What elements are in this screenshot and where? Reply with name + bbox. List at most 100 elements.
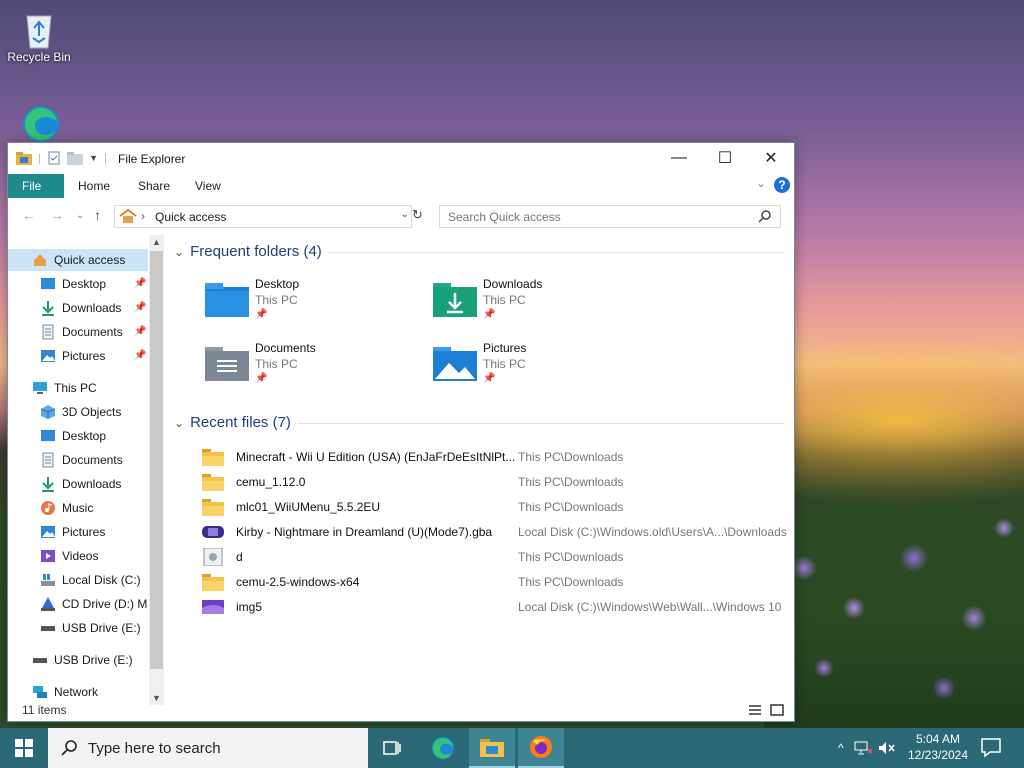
desktop-icon [41,430,55,441]
pin-icon: 📌 [134,302,147,313]
nav-item-downloads[interactable]: Downloads 📌 [8,297,148,319]
nav-item-this-pc[interactable]: This PC [8,377,148,399]
nav-item-downloads-pc[interactable]: Downloads [8,473,148,495]
nav-item-documents[interactable]: Documents 📌 [8,321,148,343]
folder-icon [202,449,224,466]
search-input[interactable]: Search Quick access [439,205,781,228]
volume-muted-icon[interactable] [878,740,896,756]
folder-tile-desktop[interactable]: Desktop This PC 📌 [205,277,425,329]
nav-item-usb-drive[interactable]: USB Drive (E:) [8,649,148,671]
refresh-icon[interactable]: ↻ [412,207,423,223]
expand-ribbon-chevron-icon[interactable]: ⌄ [756,176,766,190]
pin-icon: 📌 [255,309,268,320]
folder-name: Documents [255,341,316,355]
pin-icon: 📌 [134,326,147,337]
recent-file-row[interactable]: Minecraft - Wii U Edition (USA) (EnJaFrD… [202,445,792,469]
address-bar[interactable]: › Quick access ⌄ [114,205,412,228]
usb-drive-icon [41,626,55,631]
file-location: Local Disk (C:)\Windows\Web\Wall...\Wind… [518,600,782,614]
file-name: Kirby - Nightmare in Dreamland (U)(Mode7… [236,525,493,539]
folder-icon [202,499,224,516]
file-name: cemu-2.5-windows-x64 [236,575,360,589]
scroll-up-chevron-icon[interactable]: ▲ [149,235,164,249]
nav-item-cd-drive[interactable]: CD Drive (D:) Ma [8,593,148,615]
taskbar-firefox-button[interactable] [518,728,564,768]
network-icon [33,686,47,698]
network-status-icon[interactable] [854,740,872,756]
nav-item-documents-pc[interactable]: Documents [8,449,148,471]
new-folder-icon[interactable] [67,151,84,165]
large-icons-view-icon[interactable] [770,703,784,717]
nav-item-videos[interactable]: Videos [8,545,148,567]
scroll-thumb[interactable] [150,251,163,669]
help-button[interactable]: ? [774,177,790,193]
desktop-folder-icon [205,283,249,317]
task-view-button[interactable] [369,728,415,768]
file-explorer-icon [480,739,504,757]
taskbar-edge-button[interactable] [420,728,466,768]
nav-label: USB Drive (E:) [62,621,141,635]
collapse-chevron-icon[interactable]: ⌄ [174,245,184,259]
start-button[interactable] [0,728,48,768]
tab-share[interactable]: Share [124,174,184,198]
tab-home[interactable]: Home [64,174,124,198]
tab-view[interactable]: View [181,174,235,198]
close-button[interactable]: ✕ [748,143,794,173]
notification-center-icon[interactable] [980,736,1002,758]
search-icon[interactable] [758,209,772,223]
nav-item-3d-objects[interactable]: 3D Objects [8,401,148,423]
nav-item-pictures[interactable]: Pictures 📌 [8,345,148,367]
nav-item-quick-access[interactable]: Quick access [8,249,148,271]
up-arrow-icon[interactable]: ↑ [94,207,101,223]
nav-item-desktop[interactable]: Desktop 📌 [8,273,148,295]
desktop-icon-edge[interactable] [4,104,74,144]
address-row: ← → ⌄ ↑ › Quick access ⌄ ↻ Search Quick … [8,201,794,231]
desktop-icon [41,278,55,289]
address-path[interactable]: Quick access [155,210,226,224]
taskbar: Type here to search ^ 5:04 AM 12/23/2024 [0,728,1024,768]
item-count: 11 items [22,703,67,717]
tab-file[interactable]: File [8,174,64,198]
breadcrumb-chevron-icon[interactable]: › [141,209,145,223]
taskbar-search-box[interactable]: Type here to search [48,728,368,768]
nav-item-local-disk[interactable]: Local Disk (C:) [8,569,148,591]
back-arrow-icon[interactable]: ← [22,207,36,223]
nav-item-usb-drive-pc[interactable]: USB Drive (E:) [8,617,148,639]
details-view-icon[interactable] [748,703,762,717]
taskbar-search-placeholder: Type here to search [88,740,221,757]
recent-file-row[interactable]: cemu_1.12.0 This PC\Downloads [202,470,792,494]
nav-pane-scrollbar[interactable]: ▲ ▼ [149,235,164,705]
quick-access-toolbar: | ▼ | [16,151,107,165]
edge-icon [432,737,454,759]
taskbar-clock[interactable]: 5:04 AM 12/23/2024 [900,731,976,763]
recent-file-row[interactable]: Kirby - Nightmare in Dreamland (U)(Mode7… [202,520,792,544]
folder-tile-downloads[interactable]: Downloads This PC 📌 [433,277,653,329]
desktop-icon-recycle-bin[interactable]: Recycle Bin [4,10,74,64]
recent-file-row[interactable]: mlc01_WiiUMenu_5.5.2EU This PC\Downloads [202,495,792,519]
nav-item-pictures-pc[interactable]: Pictures [8,521,148,543]
folder-tile-documents[interactable]: Documents This PC 📌 [205,341,425,393]
recent-locations-chevron-icon[interactable]: ⌄ [76,210,84,221]
navigation-pane: Quick access Desktop 📌 Downloads 📌 Docum… [8,239,148,705]
nav-label: Documents [62,325,123,339]
nav-item-desktop-pc[interactable]: Desktop [8,425,148,447]
folder-tile-pictures[interactable]: Pictures This PC 📌 [433,341,653,393]
properties-icon[interactable] [47,151,61,165]
recent-file-row[interactable]: d This PC\Downloads [202,545,792,569]
recent-files-header[interactable]: ⌄ Recent files (7) [174,414,291,431]
maximize-button[interactable]: ☐ [702,143,748,173]
collapse-chevron-icon[interactable]: ⌄ [174,416,184,430]
recent-file-row[interactable]: img5 Local Disk (C:)\Windows\Web\Wall...… [202,595,792,619]
title-bar[interactable]: | ▼ | File Explorer — ☐ ✕ [8,143,794,173]
recent-file-row[interactable]: cemu-2.5-windows-x64 This PC\Downloads [202,570,792,594]
folder-name: Downloads [483,277,543,291]
nav-item-music[interactable]: Music [8,497,148,519]
minimize-button[interactable]: — [656,143,702,173]
taskbar-file-explorer-button[interactable] [469,728,515,768]
address-dropdown-chevron-icon[interactable]: ⌄ [401,209,409,220]
window-title: File Explorer [118,152,186,166]
frequent-folders-header[interactable]: ⌄ Frequent folders (4) [174,243,322,260]
forward-arrow-icon[interactable]: → [50,207,64,223]
customize-toolbar-chevron-icon[interactable]: ▼ [89,153,98,163]
show-hidden-icons-chevron-icon[interactable]: ^ [838,741,844,755]
